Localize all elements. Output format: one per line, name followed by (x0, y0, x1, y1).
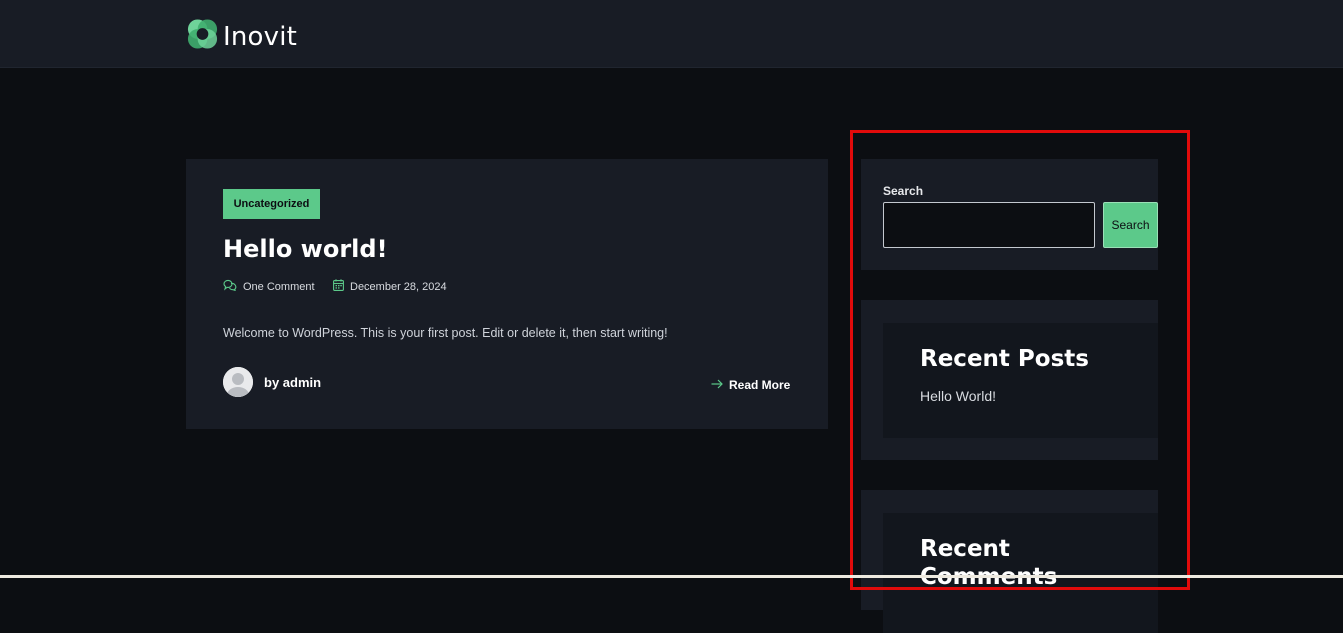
recent-posts-box: Recent Posts Hello World! (883, 323, 1158, 438)
recent-post-link[interactable]: Hello World! (920, 388, 996, 404)
recent-comments-title: Recent Comments (920, 536, 1058, 590)
post-excerpt: Welcome to WordPress. This is your first… (223, 326, 668, 340)
calendar-icon (333, 279, 350, 294)
category-badge[interactable]: Uncategorized (223, 189, 320, 219)
comments-icon (223, 279, 243, 294)
comments-count: One Comment (243, 280, 315, 293)
inovit-logo-icon (186, 17, 219, 56)
recent-comments-widget: Recent Comments (861, 490, 1158, 633)
recent-posts-title: Recent Posts (920, 346, 1089, 372)
site-header: Inovit (0, 0, 1343, 68)
recent-comments-box: Recent Comments (883, 513, 1158, 633)
read-more-label: Read More (729, 378, 791, 392)
post-comments-meta[interactable]: One Comment (223, 279, 315, 294)
search-label: Search (883, 184, 924, 198)
avatar (223, 367, 253, 397)
recent-posts-widget: Recent Posts Hello World! (861, 300, 1158, 460)
post-author[interactable]: by admin (223, 367, 321, 397)
author-name: by admin (264, 374, 322, 390)
post-date: December 28, 2024 (350, 280, 447, 293)
post-date-meta[interactable]: December 28, 2024 (333, 279, 447, 294)
site-logo[interactable]: Inovit (186, 17, 297, 56)
post-title[interactable]: Hello world! (223, 235, 388, 263)
post-card: Uncategorized Hello world! One Comment D… (186, 159, 828, 429)
read-more-link[interactable]: Read More (711, 378, 790, 392)
search-input[interactable] (883, 202, 1095, 248)
search-widget: Search Search (861, 159, 1158, 270)
arrow-right-icon (711, 378, 729, 392)
search-button[interactable]: Search (1103, 202, 1158, 248)
site-name: Inovit (223, 21, 298, 52)
